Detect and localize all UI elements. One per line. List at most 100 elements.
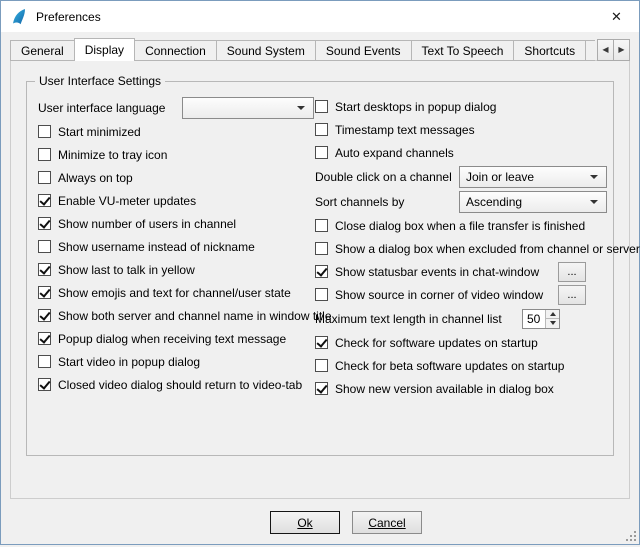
- checkbox-unchecked[interactable]: [38, 148, 51, 161]
- double-click-combobox[interactable]: Join or leave: [459, 166, 607, 188]
- checkbox-label: Check for software updates on startup: [335, 336, 538, 350]
- checkbox-row[interactable]: Close dialog box when a file transfer is…: [315, 214, 607, 237]
- left-column: User interface language Start minimized M…: [38, 95, 314, 396]
- checkbox-row[interactable]: Show source in corner of video window...: [315, 283, 607, 306]
- checkbox-row[interactable]: Show last to talk in yellow: [38, 258, 314, 281]
- more-options-button[interactable]: ...: [558, 262, 586, 282]
- checkbox-checked[interactable]: [38, 286, 51, 299]
- checkbox-unchecked[interactable]: [315, 288, 328, 301]
- display-tab-page: User Interface Settings User interface l…: [10, 60, 630, 499]
- checkbox-label: Show number of users in channel: [58, 217, 236, 231]
- checkbox-row[interactable]: Popup dialog when receiving text message: [38, 327, 314, 350]
- right-column: Start desktops in popup dialog Timestamp …: [315, 95, 607, 400]
- checkbox-unchecked[interactable]: [38, 125, 51, 138]
- checkbox-row[interactable]: Start desktops in popup dialog: [315, 95, 607, 118]
- spinner-value: 50: [523, 310, 545, 328]
- checkbox-unchecked[interactable]: [315, 219, 328, 232]
- checkbox-checked[interactable]: [38, 378, 51, 391]
- language-row: User interface language: [38, 95, 314, 120]
- checkbox-row[interactable]: Start minimized: [38, 120, 314, 143]
- checkbox-unchecked[interactable]: [315, 123, 328, 136]
- checkbox-row[interactable]: Show username instead of nickname: [38, 235, 314, 258]
- checkbox-label: Always on top: [58, 171, 133, 185]
- tab-shortcuts[interactable]: Shortcuts: [513, 40, 586, 61]
- tab-display[interactable]: Display: [74, 38, 135, 61]
- tab-general[interactable]: General: [10, 40, 75, 61]
- checkbox-row[interactable]: Show emojis and text for channel/user st…: [38, 281, 314, 304]
- sort-channels-combobox[interactable]: Ascending: [459, 191, 607, 213]
- checkbox-unchecked[interactable]: [315, 242, 328, 255]
- checkbox-row[interactable]: Enable VU-meter updates: [38, 189, 314, 212]
- checkbox-row[interactable]: Show statusbar events in chat-window...: [315, 260, 607, 283]
- checkbox-row[interactable]: Timestamp text messages: [315, 118, 607, 141]
- checkbox-label: Start video in popup dialog: [58, 355, 200, 369]
- arrow-right-icon: ▶: [618, 46, 624, 54]
- checkbox-label: Check for beta software updates on start…: [335, 359, 564, 373]
- checkbox-label: Timestamp text messages: [335, 123, 475, 137]
- checkbox-checked[interactable]: [38, 263, 51, 276]
- ok-button[interactable]: Ok: [270, 511, 340, 534]
- close-button[interactable]: ✕: [594, 1, 639, 32]
- checkbox-row[interactable]: Check for software updates on startup: [315, 331, 607, 354]
- resize-grip[interactable]: [624, 529, 637, 542]
- checkbox-checked[interactable]: [38, 309, 51, 322]
- checkbox-label: Show last to talk in yellow: [58, 263, 195, 277]
- checkbox-label: Auto expand channels: [335, 146, 454, 160]
- checkbox-label: Start desktops in popup dialog: [335, 100, 496, 114]
- tab-scroll-left-button[interactable]: ◀: [597, 39, 614, 61]
- checkbox-row[interactable]: Closed video dialog should return to vid…: [38, 373, 314, 396]
- checkbox-row[interactable]: Check for beta software updates on start…: [315, 354, 607, 377]
- checkbox-label: Minimize to tray icon: [58, 148, 167, 162]
- checkbox-row[interactable]: Auto expand channels: [315, 141, 607, 164]
- spin-up-button[interactable]: [546, 310, 559, 320]
- double-click-row: Double click on a channel Join or leave: [315, 164, 607, 189]
- tab-sound-system[interactable]: Sound System: [216, 40, 316, 61]
- tab-video[interactable]: Video: [585, 40, 595, 61]
- checkbox-label: Show statusbar events in chat-window: [335, 265, 539, 279]
- checkbox-unchecked[interactable]: [315, 100, 328, 113]
- checkbox-label: Show a dialog box when excluded from cha…: [335, 242, 640, 256]
- left-checkbox-list: Start minimized Minimize to tray icon Alwa…: [38, 120, 314, 396]
- checkbox-label: Show both server and channel name in win…: [58, 309, 332, 323]
- checkbox-row[interactable]: Show a dialog box when excluded from cha…: [315, 237, 607, 260]
- sort-channels-label: Sort channels by: [315, 195, 459, 209]
- title-bar: Preferences ✕: [1, 1, 639, 32]
- max-text-length-label: Maximum text length in channel list: [315, 312, 502, 326]
- checkbox-row[interactable]: Minimize to tray icon: [38, 143, 314, 166]
- checkbox-unchecked[interactable]: [315, 146, 328, 159]
- app-icon: [10, 8, 28, 26]
- tab-sound-events[interactable]: Sound Events: [315, 40, 412, 61]
- checkbox-checked[interactable]: [38, 194, 51, 207]
- tab-text-to-speech[interactable]: Text To Speech: [411, 40, 515, 61]
- checkbox-checked[interactable]: [315, 336, 328, 349]
- checkbox-unchecked[interactable]: [38, 171, 51, 184]
- tab-connection[interactable]: Connection: [134, 40, 217, 61]
- checkbox-row[interactable]: Show both server and channel name in win…: [38, 304, 314, 327]
- more-options-button[interactable]: ...: [558, 285, 586, 305]
- right-mid-checkbox-list: Close dialog box when a file transfer is…: [315, 214, 607, 306]
- combobox-value: Join or leave: [460, 170, 590, 184]
- arrow-down-icon: [550, 321, 556, 325]
- max-text-length-spinner[interactable]: 50: [522, 309, 560, 329]
- checkbox-row[interactable]: Start video in popup dialog: [38, 350, 314, 373]
- checkbox-unchecked[interactable]: [38, 355, 51, 368]
- tab-scroll-right-button[interactable]: ▶: [613, 39, 630, 61]
- checkbox-unchecked[interactable]: [38, 240, 51, 253]
- language-combobox[interactable]: [182, 97, 314, 119]
- checkbox-checked[interactable]: [315, 382, 328, 395]
- checkbox-row[interactable]: Show number of users in channel: [38, 212, 314, 235]
- checkbox-unchecked[interactable]: [315, 359, 328, 372]
- checkbox-checked[interactable]: [38, 217, 51, 230]
- checkbox-checked[interactable]: [315, 265, 328, 278]
- language-label: User interface language: [38, 101, 182, 115]
- checkbox-checked[interactable]: [38, 332, 51, 345]
- spin-down-button[interactable]: [546, 319, 559, 328]
- checkbox-row[interactable]: Always on top: [38, 166, 314, 189]
- checkbox-row[interactable]: Show new version available in dialog box: [315, 377, 607, 400]
- preferences-window: Preferences ✕ GeneralDisplayConnectionSo…: [0, 0, 640, 545]
- chevron-down-icon: [297, 106, 305, 110]
- cancel-button[interactable]: Cancel: [352, 511, 422, 534]
- checkbox-label: Popup dialog when receiving text message: [58, 332, 286, 346]
- tab-bar: GeneralDisplayConnectionSound SystemSoun…: [10, 37, 595, 61]
- checkbox-label: Show username instead of nickname: [58, 240, 255, 254]
